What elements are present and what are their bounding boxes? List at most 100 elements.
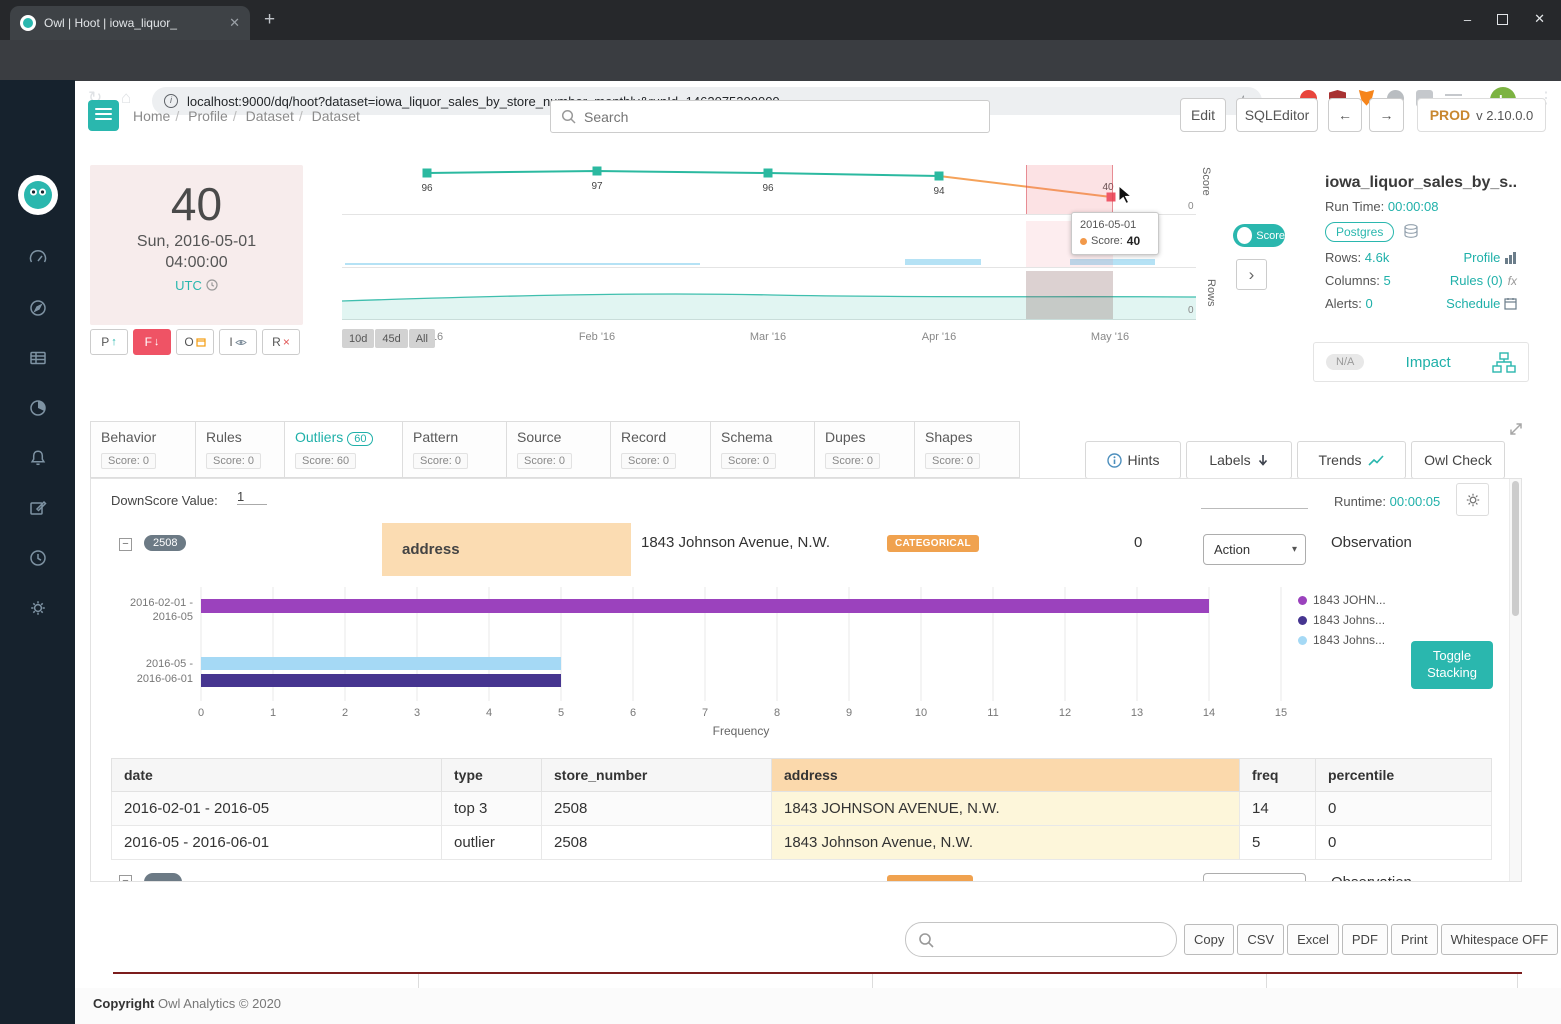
- global-search[interactable]: [550, 100, 990, 133]
- labels-button[interactable]: Labels: [1186, 441, 1292, 479]
- score-toggle[interactable]: Score: [1233, 224, 1285, 247]
- next-run-button[interactable]: →: [1369, 98, 1404, 132]
- tab-dupes[interactable]: DupesScore: 0: [814, 421, 915, 478]
- columns-label: Columns:: [1325, 273, 1380, 288]
- rules-link[interactable]: Rules (0): [1450, 273, 1503, 288]
- version-label: v 2.10.0.0: [1476, 108, 1533, 123]
- x-axis-label: May '16: [1091, 331, 1129, 343]
- sqleditor-button[interactable]: SQLEditor: [1236, 98, 1318, 132]
- bar-outlier-light[interactable]: [201, 657, 561, 670]
- pdf-button[interactable]: PDF: [1342, 924, 1388, 955]
- tab-source[interactable]: SourceScore: 0: [506, 421, 611, 478]
- dashboard-icon[interactable]: [0, 248, 75, 273]
- toggle-stacking-button[interactable]: Toggle Stacking: [1411, 641, 1493, 689]
- tab-schema[interactable]: SchemaScore: 0: [710, 421, 815, 478]
- browser-tab[interactable]: Owl | Hoot | iowa_liquor_ ✕: [10, 6, 250, 40]
- menu-hamburger-button[interactable]: [88, 100, 119, 131]
- whitespace-toggle-button[interactable]: Whitespace OFF: [1441, 924, 1559, 955]
- schedule-link[interactable]: Schedule: [1446, 296, 1500, 311]
- bar-top3[interactable]: [201, 599, 1209, 613]
- bar-outlier-dark[interactable]: [201, 674, 561, 687]
- action-select[interactable]: Action▾: [1203, 873, 1306, 882]
- history-clock-icon[interactable]: [0, 548, 75, 573]
- window-close-icon[interactable]: ✕: [1534, 11, 1545, 27]
- col-header-type[interactable]: type: [442, 759, 542, 792]
- pie-chart-icon[interactable]: [0, 398, 75, 423]
- csv-button[interactable]: CSV: [1237, 924, 1284, 955]
- rows-timeline-chart[interactable]: [342, 271, 1196, 320]
- impact-link[interactable]: Impact: [1374, 354, 1482, 371]
- search-input[interactable]: [584, 109, 979, 125]
- excel-button[interactable]: Excel: [1287, 924, 1339, 955]
- notifications-bell-icon[interactable]: [0, 448, 75, 473]
- breadcrumb-profile[interactable]: Profile: [188, 108, 228, 124]
- col-header-store-number[interactable]: store_number: [542, 759, 772, 792]
- maximize-icon[interactable]: [1497, 14, 1508, 25]
- option-r-button[interactable]: R×: [262, 329, 300, 355]
- print-button[interactable]: Print: [1391, 924, 1438, 955]
- settings-gear-icon[interactable]: [0, 598, 75, 623]
- home-icon[interactable]: ⌂: [121, 89, 131, 106]
- range-all-button[interactable]: All: [409, 329, 435, 348]
- owl-logo[interactable]: [16, 173, 60, 222]
- col-header-freq[interactable]: freq: [1240, 759, 1316, 792]
- tab-outliers[interactable]: Outliers60Score: 60: [284, 421, 403, 478]
- collapse-toggle[interactable]: −: [119, 875, 132, 882]
- col-header-date[interactable]: date: [112, 759, 442, 792]
- tab-behavior[interactable]: BehaviorScore: 0: [90, 421, 196, 478]
- explore-icon[interactable]: [0, 298, 75, 323]
- svg-text:96: 96: [762, 183, 774, 194]
- hints-button[interactable]: Hints: [1085, 441, 1181, 479]
- legend-item[interactable]: 1843 JOHN...: [1298, 593, 1386, 607]
- collapse-toggle[interactable]: −: [119, 538, 132, 551]
- prev-run-button[interactable]: ←: [1328, 98, 1362, 132]
- breadcrumb-dataset[interactable]: Dataset: [246, 108, 294, 124]
- edit-icon[interactable]: [0, 498, 75, 523]
- option-i-button[interactable]: I: [219, 329, 257, 355]
- profile-link[interactable]: Profile: [1464, 250, 1501, 265]
- col-header-percentile[interactable]: percentile: [1316, 759, 1492, 792]
- range-10d-button[interactable]: 10d: [342, 329, 374, 348]
- tab-pattern[interactable]: PatternScore: 0: [402, 421, 507, 478]
- org-chart-icon[interactable]: [1492, 352, 1516, 373]
- frequency-bar-chart[interactable]: 2016-02-01 - 2016-05 2016-05 - 2016-06-0…: [111, 579, 1491, 747]
- edit-button[interactable]: Edit: [1180, 98, 1226, 132]
- table-search-input[interactable]: [942, 932, 1164, 947]
- site-info-icon[interactable]: i: [164, 94, 178, 108]
- table-icon[interactable]: [0, 348, 75, 373]
- legend-item[interactable]: 1843 Johns...: [1298, 633, 1386, 647]
- eye-icon: [235, 338, 247, 347]
- range-45d-button[interactable]: 45d: [375, 329, 407, 348]
- new-tab-button[interactable]: +: [264, 9, 275, 31]
- breadcrumb-home[interactable]: Home: [133, 108, 170, 124]
- legend-item[interactable]: 1843 Johns...: [1298, 613, 1386, 627]
- svg-text:2016-06-01: 2016-06-01: [137, 673, 193, 685]
- tab-rules[interactable]: RulesScore: 0: [195, 421, 285, 478]
- action-select[interactable]: Action▾: [1203, 534, 1306, 565]
- breadcrumb-dataset2[interactable]: Dataset: [312, 108, 360, 124]
- svg-text:3: 3: [414, 707, 420, 719]
- trends-button[interactable]: Trends: [1297, 441, 1406, 479]
- calendar-icon: [1504, 297, 1517, 310]
- filter-input[interactable]: [1201, 493, 1308, 509]
- tab-record[interactable]: RecordScore: 0: [610, 421, 711, 478]
- tab-shapes[interactable]: ShapesScore: 0: [914, 421, 1020, 478]
- footer: Copyright Owl Analytics © 2020: [75, 988, 1561, 1024]
- option-o-button[interactable]: O: [176, 329, 214, 355]
- behavior-timeline-chart[interactable]: [342, 221, 1196, 268]
- tab-close-icon[interactable]: ✕: [229, 15, 240, 31]
- score-timeline-chart[interactable]: 96 97 96 94 40: [342, 165, 1196, 215]
- scrollbar-thumb[interactable]: [1512, 481, 1519, 616]
- owl-check-button[interactable]: Owl Check: [1411, 441, 1505, 479]
- expand-icon[interactable]: [1507, 420, 1525, 438]
- option-p-button[interactable]: P↑: [90, 329, 128, 355]
- option-f-button[interactable]: F↓: [133, 329, 171, 355]
- downscore-input[interactable]: [237, 489, 267, 505]
- copy-button[interactable]: Copy: [1184, 924, 1234, 955]
- chart-next-button[interactable]: ›: [1236, 259, 1267, 290]
- table-search[interactable]: [905, 922, 1177, 957]
- panel-scrollbar[interactable]: [1509, 479, 1521, 881]
- minimize-icon[interactable]: –: [1464, 12, 1471, 27]
- settings-button[interactable]: [1456, 483, 1489, 516]
- col-header-address[interactable]: address: [772, 759, 1240, 792]
